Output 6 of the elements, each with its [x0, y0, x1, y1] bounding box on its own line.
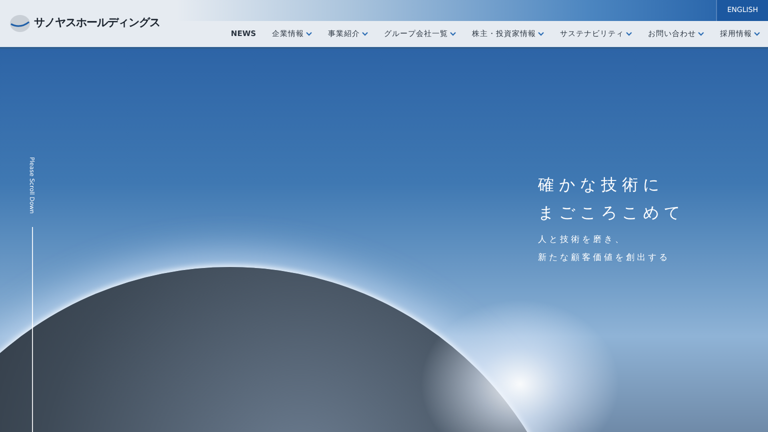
headline-line: まごころこめて: [538, 202, 685, 224]
subheadline-line: 新たな顧客価値を創出する: [538, 252, 671, 265]
logo-icon: [10, 15, 30, 32]
subheadline-line: 人と技術を磨き、: [538, 234, 627, 247]
headline-line: 確かな技術に: [538, 174, 665, 196]
company-logo-text[interactable]: サノヤスホールディングス: [34, 15, 160, 32]
